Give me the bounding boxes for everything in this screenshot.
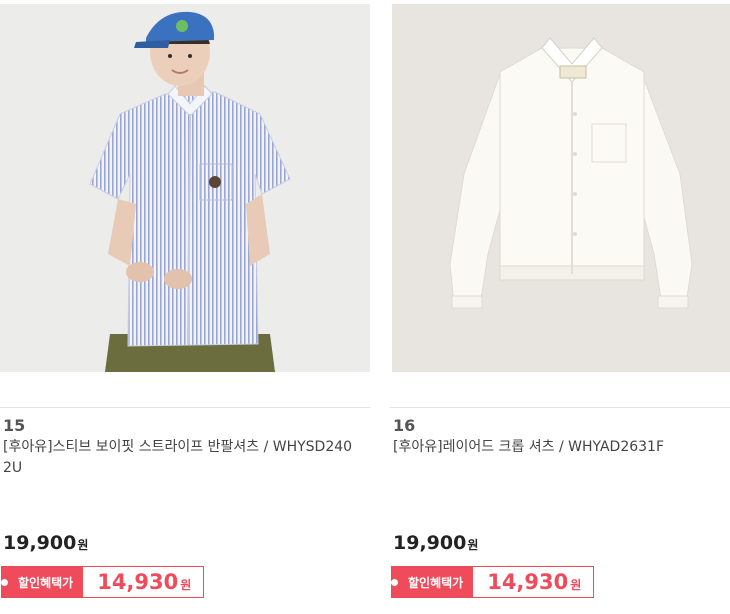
price-unit: 원 [77,538,89,552]
sale-price: 14,930 원 [83,570,203,594]
divider [0,407,370,408]
price-value: 19,900 [393,532,467,554]
rank-number: 15 [3,416,26,435]
striped-shirt-model-photo [0,4,370,372]
price-value: 19,900 [3,532,77,554]
sale-label-badge: 할인혜택가 [391,567,474,597]
sale-price-unit: 원 [180,578,192,592]
badge-notch [1,578,8,586]
product-image[interactable] [392,4,730,372]
sale-price-box: 할인혜택가 14,930 원 [391,566,595,598]
original-price: 19,900원 [3,532,88,554]
badge-notch [391,578,398,586]
product-name[interactable]: [후아유]스티브 보이핏 스트라이프 반팔셔츠 / WHYSD2402U [3,437,353,479]
sale-price-box: 할인혜택가 14,930 원 [1,566,205,598]
sale-price: 14,930 원 [473,570,593,594]
product-card[interactable]: 15 [후아유]스티브 보이핏 스트라이프 반팔셔츠 / WHYSD2402U … [0,0,370,614]
sale-price-value: 14,930 [487,570,569,594]
rank-number: 16 [393,416,416,435]
product-card[interactable]: 16 [후아유]레이어드 크롭 셔츠 / WHYAD2631F 19,900원 … [390,0,730,614]
sale-label: 할인혜택가 [18,575,74,590]
sale-label: 할인혜택가 [408,575,464,590]
product-name[interactable]: [후아유]레이어드 크롭 셔츠 / WHYAD2631F [393,437,730,458]
price-unit: 원 [467,538,479,552]
white-crop-shirt-photo [392,4,730,372]
sale-price-value: 14,930 [97,570,179,594]
sale-price-unit: 원 [570,578,582,592]
product-image[interactable] [0,4,370,372]
divider [390,407,730,408]
sale-label-badge: 할인혜택가 [1,567,84,597]
original-price: 19,900원 [393,532,478,554]
